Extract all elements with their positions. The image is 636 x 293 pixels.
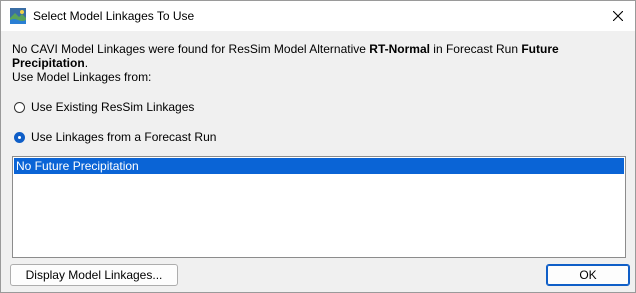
cavi-app-icon <box>10 8 26 24</box>
option-existing-ressim-linkages[interactable]: Use Existing ResSim Linkages <box>14 100 194 114</box>
list-item[interactable]: No Future Precipitation <box>14 158 624 174</box>
alternative-name: RT-Normal <box>369 42 430 56</box>
display-model-linkages-button[interactable]: Display Model Linkages... <box>10 264 178 286</box>
window-title: Select Model Linkages To Use <box>33 9 195 23</box>
option-label: Use Existing ResSim Linkages <box>31 100 195 114</box>
message-text-2: in Forecast Run <box>429 42 522 56</box>
radio-unchecked-icon[interactable] <box>14 101 25 113</box>
option-forecast-run-linkages[interactable]: Use Linkages from a Forecast Run <box>14 130 216 144</box>
use-linkages-prompt: Use Model Linkages from: <box>12 70 152 84</box>
title-bar: Select Model Linkages To Use <box>1 1 635 31</box>
radio-checked-icon[interactable] <box>14 131 25 143</box>
info-message: No CAVI Model Linkages were found for Re… <box>12 42 612 84</box>
message-text: No CAVI Model Linkages were found for Re… <box>12 42 370 56</box>
close-button[interactable] <box>601 1 635 31</box>
forecast-run-list[interactable]: No Future Precipitation <box>12 156 626 258</box>
close-icon <box>613 11 623 21</box>
dialog-window: Select Model Linkages To Use No CAVI Mod… <box>0 0 636 293</box>
ok-button[interactable]: OK <box>546 264 630 286</box>
option-label: Use Linkages from a Forecast Run <box>31 130 217 144</box>
message-text-3: . <box>84 56 89 70</box>
